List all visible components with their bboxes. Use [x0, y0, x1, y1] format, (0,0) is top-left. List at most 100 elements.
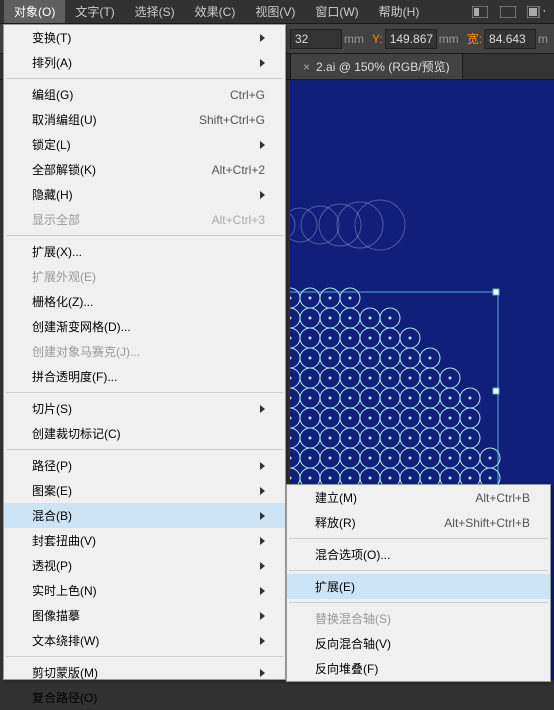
- menu-shortcut: Ctrl+G: [230, 88, 265, 102]
- menu-item-label: 剪切蒙版(M): [32, 664, 252, 681]
- menu-item[interactable]: 实时上色(N): [4, 578, 285, 603]
- menu-item-label: 路径(P): [32, 457, 252, 474]
- menu-item[interactable]: 图案(E): [4, 478, 285, 503]
- menu-object[interactable]: 对象(O): [4, 0, 65, 23]
- menu-item-label: 变换(T): [32, 29, 252, 46]
- menu-item[interactable]: 变换(T): [4, 25, 285, 50]
- menu-item-label: 创建对象马赛克(J)...: [32, 343, 265, 360]
- tab-title: 2.ai @ 150% (RGB/预览): [316, 58, 450, 75]
- menu-item-label: 扩展(E): [315, 578, 530, 595]
- menubar: 对象(O) 文字(T) 选择(S) 效果(C) 视图(V) 窗口(W) 帮助(H…: [0, 0, 554, 24]
- menu-item: 扩展外观(E): [4, 264, 285, 289]
- menu-item[interactable]: 路径(P): [4, 453, 285, 478]
- menu-item-label: 文本绕排(W): [32, 632, 252, 649]
- submenu-arrow-icon: [260, 462, 265, 470]
- menu-separator: [6, 78, 283, 79]
- menu-item[interactable]: 取消编组(U)Shift+Ctrl+G: [4, 107, 285, 132]
- layout-dropdown-icon[interactable]: [527, 4, 545, 20]
- submenu-arrow-icon: [260, 141, 265, 149]
- menu-item[interactable]: 栅格化(Z)...: [4, 289, 285, 314]
- menu-item-label: 反向堆叠(F): [315, 660, 530, 677]
- menu-item-label: 锁定(L): [32, 136, 252, 153]
- x-value[interactable]: 32: [290, 29, 342, 49]
- menu-item-label: 取消编组(U): [32, 111, 199, 128]
- menu-window[interactable]: 窗口(W): [305, 0, 368, 23]
- menu-item[interactable]: 释放(R)Alt+Shift+Ctrl+B: [287, 510, 550, 535]
- layout-icon-1[interactable]: [471, 4, 489, 20]
- y-unit: mm: [437, 32, 465, 46]
- menu-item[interactable]: 透视(P): [4, 553, 285, 578]
- menu-shortcut: Alt+Ctrl+B: [475, 491, 530, 505]
- submenu-arrow-icon: [260, 191, 265, 199]
- menu-item[interactable]: 文本绕排(W): [4, 628, 285, 653]
- w-value[interactable]: 84.643: [484, 29, 536, 49]
- submenu-arrow-icon: [260, 34, 265, 42]
- submenu-arrow-icon: [260, 405, 265, 413]
- menu-item: 创建对象马赛克(J)...: [4, 339, 285, 364]
- menu-item[interactable]: 封套扭曲(V): [4, 528, 285, 553]
- menu-item-label: 混合(B): [32, 507, 252, 524]
- menu-item[interactable]: 反向混合轴(V): [287, 631, 550, 656]
- submenu-arrow-icon: [260, 487, 265, 495]
- menu-help[interactable]: 帮助(H): [369, 0, 430, 23]
- menu-item-label: 图像描摹: [32, 607, 252, 624]
- close-tab-icon[interactable]: ×: [303, 60, 310, 74]
- menu-item-label: 创建渐变网格(D)...: [32, 318, 265, 335]
- w-label: 宽:: [465, 30, 484, 47]
- menu-shortcut: Alt+Shift+Ctrl+B: [444, 516, 530, 530]
- menu-item[interactable]: 创建裁切标记(C): [4, 421, 285, 446]
- menu-item-label: 复合路径(O): [32, 689, 252, 706]
- blend-submenu: 建立(M)Alt+Ctrl+B释放(R)Alt+Shift+Ctrl+B混合选项…: [286, 484, 551, 682]
- menu-item-label: 替换混合轴(S): [315, 610, 530, 627]
- menu-item-label: 扩展(X)...: [32, 243, 265, 260]
- menu-item: 替换混合轴(S): [287, 606, 550, 631]
- menu-item[interactable]: 扩展(E): [287, 574, 550, 599]
- menu-item[interactable]: 混合选项(O)...: [287, 542, 550, 567]
- menu-item-label: 显示全部: [32, 211, 212, 228]
- submenu-arrow-icon: [260, 694, 265, 702]
- submenu-arrow-icon: [260, 537, 265, 545]
- menu-effect[interactable]: 效果(C): [185, 0, 246, 23]
- menu-select[interactable]: 选择(S): [125, 0, 185, 23]
- menu-item[interactable]: 切片(S): [4, 396, 285, 421]
- submenu-arrow-icon: [260, 59, 265, 67]
- menu-item-label: 创建裁切标记(C): [32, 425, 265, 442]
- menu-item-label: 排列(A): [32, 54, 252, 71]
- menu-item[interactable]: 图像描摹: [4, 603, 285, 628]
- submenu-arrow-icon: [260, 669, 265, 677]
- submenu-arrow-icon: [260, 637, 265, 645]
- menu-item[interactable]: 扩展(X)...: [4, 239, 285, 264]
- menu-item[interactable]: 锁定(L): [4, 132, 285, 157]
- menu-item[interactable]: 复合路径(O): [4, 685, 285, 710]
- menu-item-label: 全部解锁(K): [32, 161, 212, 178]
- menu-item-label: 切片(S): [32, 400, 252, 417]
- document-tab[interactable]: × 2.ai @ 150% (RGB/预览): [290, 53, 463, 79]
- menu-item[interactable]: 建立(M)Alt+Ctrl+B: [287, 485, 550, 510]
- menu-separator: [6, 392, 283, 393]
- layout-icon-2[interactable]: [499, 4, 517, 20]
- menu-item-label: 反向混合轴(V): [315, 635, 530, 652]
- y-value[interactable]: 149.867: [385, 29, 437, 49]
- menu-item[interactable]: 混合(B): [4, 503, 285, 528]
- menu-shortcut: Alt+Ctrl+3: [212, 213, 265, 227]
- menu-item[interactable]: 剪切蒙版(M): [4, 660, 285, 685]
- menu-item-label: 拼合透明度(F)...: [32, 368, 265, 385]
- menu-item[interactable]: 编组(G)Ctrl+G: [4, 82, 285, 107]
- menu-item[interactable]: 反向堆叠(F): [287, 656, 550, 681]
- menu-item-label: 释放(R): [315, 514, 444, 531]
- y-label: Y:: [370, 32, 385, 46]
- menu-item-label: 扩展外观(E): [32, 268, 265, 285]
- menu-item[interactable]: 全部解锁(K)Alt+Ctrl+2: [4, 157, 285, 182]
- menu-separator: [289, 602, 548, 603]
- menu-item[interactable]: 隐藏(H): [4, 182, 285, 207]
- menu-item-label: 混合选项(O)...: [315, 546, 530, 563]
- menu-shortcut: Shift+Ctrl+G: [199, 113, 265, 127]
- menu-item[interactable]: 排列(A): [4, 50, 285, 75]
- menu-item[interactable]: 拼合透明度(F)...: [4, 364, 285, 389]
- menu-item-label: 实时上色(N): [32, 582, 252, 599]
- menu-separator: [6, 235, 283, 236]
- menu-item-label: 栅格化(Z)...: [32, 293, 265, 310]
- menu-view[interactable]: 视图(V): [245, 0, 305, 23]
- menu-type[interactable]: 文字(T): [65, 0, 124, 23]
- menu-item[interactable]: 创建渐变网格(D)...: [4, 314, 285, 339]
